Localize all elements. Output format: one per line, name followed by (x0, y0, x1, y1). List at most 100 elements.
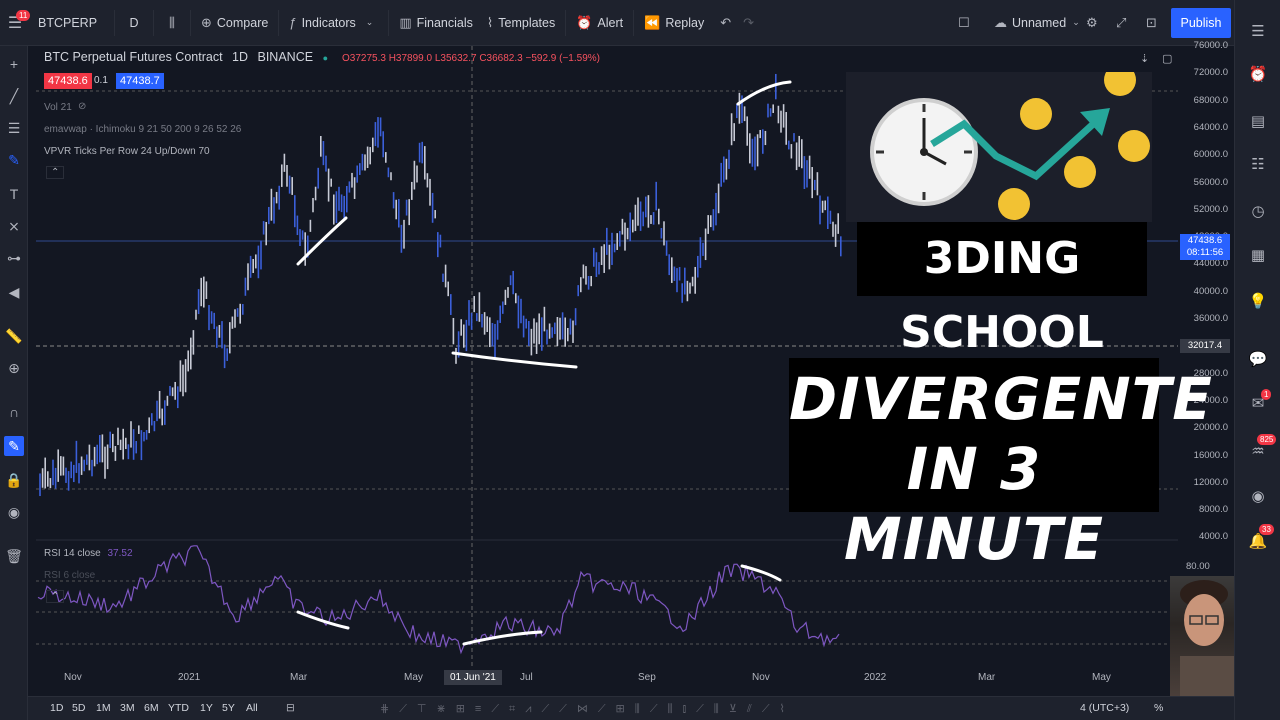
chart-style-button[interactable]: ⫼ (154, 0, 190, 46)
thumbnail-graphic (846, 72, 1152, 222)
square-icon: ☐ (958, 14, 970, 30)
brush-icon[interactable]: ✎ (4, 150, 24, 170)
time-axis[interactable]: Nov 2021 Mar May Jul Sep Nov 2022 Mar May (36, 668, 1178, 690)
main-menu-button[interactable]: ☰ 11 (0, 0, 31, 46)
layout-name-button[interactable]: ☁ Unnamed ⌄ (984, 0, 1095, 46)
range-button-3m[interactable]: 3M (120, 702, 135, 714)
compare-button[interactable]: ⊕ Compare (191, 0, 278, 46)
legend-exchange: BINANCE (257, 50, 314, 64)
watchlist-icon[interactable]: ☰ (1247, 20, 1269, 42)
broadcast-icon[interactable]: ◉ (1247, 485, 1269, 507)
collapse-icon[interactable]: ⌃ (46, 166, 65, 179)
undo-button[interactable]: ↶ (714, 0, 737, 46)
crosshair-icon[interactable]: + (4, 54, 24, 74)
undo-icon: ↶ (720, 14, 732, 30)
financials-button[interactable]: ▥ Financials (389, 0, 483, 46)
fullscreen-button[interactable]: ⤢ (1110, 0, 1132, 46)
top-toolbar: ☰ 11 BTCPERP D ⫼ ⊕ Compare ƒ Indicators … (0, 0, 1280, 46)
presenter-figure (1180, 580, 1234, 696)
notifications-icon[interactable]: 🔔 33 (1247, 524, 1274, 552)
layout-name-label: Unnamed (1012, 15, 1067, 30)
compare-label: Compare (216, 15, 269, 30)
rsi-axis-tick: 80.00 (1186, 561, 1210, 572)
news-icon[interactable]: ☷ (1247, 153, 1269, 175)
percent-toggle[interactable]: % (1154, 702, 1163, 714)
stay-in-drawing-icon[interactable]: ✎ (4, 436, 24, 456)
snapshot-button[interactable]: ⊡ (1140, 0, 1163, 46)
alert-button[interactable]: ⏰ Alert (566, 0, 633, 46)
range-button-5d[interactable]: 5D (72, 702, 85, 714)
publish-button[interactable]: Publish (1171, 8, 1231, 38)
vpvr-indicator-label[interactable]: VPVR Ticks Per Row 24 Up/Down 70 (44, 146, 210, 157)
time-tick: May (404, 672, 423, 683)
eye-icon[interactable]: ◉ (4, 502, 24, 522)
time-tick: Nov (64, 672, 82, 683)
forecast-icon[interactable]: ⊶ (4, 248, 24, 268)
trendline-icon[interactable]: ╱ (4, 86, 24, 106)
replay-label: Replay (665, 15, 705, 30)
chat-icon[interactable]: 💬 (1247, 348, 1269, 370)
lock-icon[interactable]: 🔒 (4, 470, 24, 490)
rsi-value: 37.52 (107, 548, 133, 559)
private-chat-icon[interactable]: ✉ 1 (1247, 389, 1272, 414)
indicators-button[interactable]: ƒ Indicators ⌄ (279, 0, 388, 46)
range-button-ytd[interactable]: YTD (168, 702, 189, 714)
range-button-1y[interactable]: 1Y (200, 702, 213, 714)
eye-hidden-icon[interactable]: ⊘ (78, 101, 86, 112)
back-arrow-icon[interactable]: ◀ (4, 282, 24, 302)
fib-icon[interactable]: ☰ (4, 118, 24, 138)
redo-button[interactable]: ↷ (737, 0, 760, 46)
annotation-stroke (296, 610, 350, 630)
ideas-icon[interactable]: 💡 (1247, 290, 1269, 312)
collapse-icon[interactable]: ⌃ (46, 590, 65, 603)
emavwap-indicator-label[interactable]: emavwap · Ichimoku 9 21 50 200 9 26 52 2… (44, 124, 241, 135)
magnet-icon[interactable]: ∩ (4, 402, 24, 422)
range-button-6m[interactable]: 6M (144, 702, 159, 714)
buy-price-box[interactable]: 47438.7 (116, 73, 164, 89)
fullscreen-icon: ⤢ (1116, 14, 1127, 30)
data-window-icon[interactable]: ▤ (1247, 110, 1269, 132)
range-button-1m[interactable]: 1M (96, 702, 111, 714)
range-button-1d[interactable]: 1D (50, 702, 63, 714)
clock-center (920, 148, 928, 156)
calendar-icon[interactable]: ▦ (1247, 244, 1269, 266)
price-tick: 72000.0 (1193, 67, 1228, 79)
redo-icon: ↷ (743, 14, 755, 30)
settings-button[interactable]: ⚙ (1080, 0, 1104, 46)
replay-button[interactable]: ⏪ Replay (634, 0, 714, 46)
volume-indicator-label[interactable]: Vol 21 (44, 102, 72, 113)
templates-button[interactable]: ⌇ Templates (483, 0, 565, 46)
annotation-stroke (451, 351, 578, 369)
pattern-icon[interactable]: ⨯ (4, 216, 24, 236)
drawing-shortcuts[interactable]: ⋕⟋⊤⋇⊞≡⟋⌗⩘⟋⟋⋈⟋⊞⫼⟋⫼⫾⟋⫼⊻⫽⟋⌇ (380, 702, 795, 716)
symbol-search-button[interactable]: BTCPERP (30, 0, 114, 46)
symbol-title: BTC Perpetual Futures Contract (44, 50, 223, 64)
maximize-pane-icon[interactable]: ▢ (1162, 52, 1172, 65)
download-icon[interactable]: ⇣ (1140, 52, 1149, 65)
bar-countdown: 08:11:56 (1186, 247, 1224, 258)
trash-icon[interactable]: 🗑 (4, 546, 24, 566)
chevron-down-icon: ⌄ (1072, 17, 1080, 27)
goto-date-icon[interactable]: ⊟ (286, 702, 295, 714)
rsi6-indicator-label[interactable]: RSI 6 close (44, 570, 95, 581)
hotlist-icon[interactable]: ◷ (1247, 200, 1269, 222)
interval-label: D (129, 15, 139, 30)
plus-circle-icon: ⊕ (201, 14, 212, 30)
timezone-button[interactable]: 4 (UTC+3) (1080, 702, 1129, 714)
rsi-indicator-label[interactable]: RSI 14 close 37.52 (44, 548, 133, 559)
presenter-webcam (1170, 576, 1234, 696)
time-tick: Nov (752, 672, 770, 683)
time-tick: May (1092, 672, 1111, 683)
alarm-icon[interactable]: ⏰ (1247, 63, 1269, 85)
stream-icon[interactable]: ♒ 825 (1247, 434, 1277, 462)
range-button-all[interactable]: All (246, 702, 258, 714)
layout-select-button[interactable]: ☐ (952, 0, 976, 46)
ruler-icon[interactable]: 📏 (4, 326, 24, 346)
interval-button[interactable]: D (115, 0, 153, 46)
zoom-in-icon[interactable]: ⊕ (4, 358, 24, 378)
indicators-label: Indicators (301, 15, 356, 30)
sell-price-box[interactable]: 47438.6 (44, 73, 92, 89)
range-button-5y[interactable]: 5Y (222, 702, 235, 714)
text-icon[interactable]: T (4, 184, 24, 204)
price-tick: 4000.0 (1198, 531, 1228, 543)
